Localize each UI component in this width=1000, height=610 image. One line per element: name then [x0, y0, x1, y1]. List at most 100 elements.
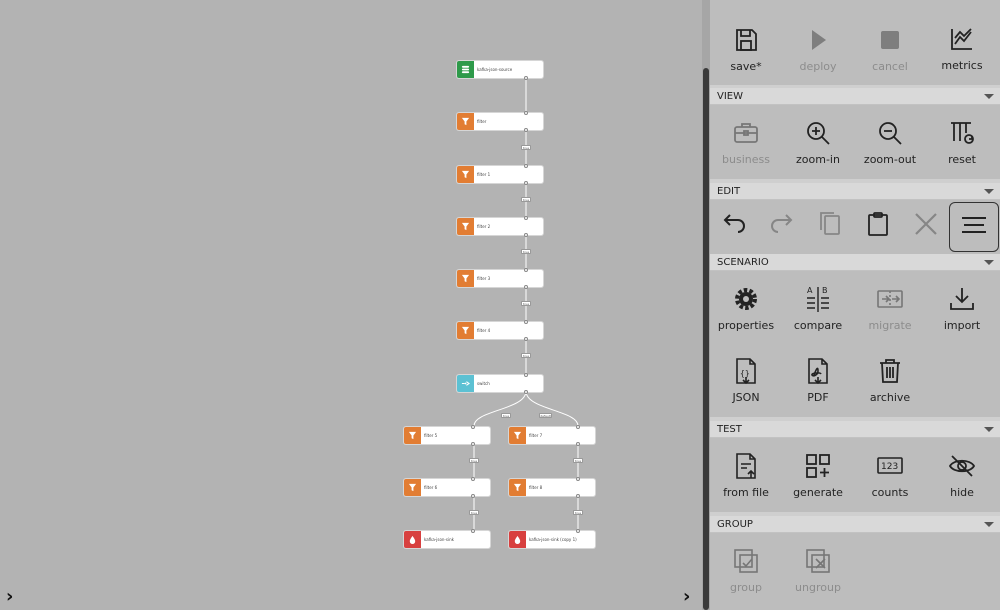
- scenario-panel-header[interactable]: SCENARIO: [710, 254, 1000, 271]
- graph-node-source[interactable]: kafka-json-source: [457, 61, 543, 78]
- node-label: kafka-json-sink: [424, 537, 454, 542]
- properties-button[interactable]: properties: [710, 277, 782, 332]
- paste-button[interactable]: [855, 203, 901, 249]
- graph-node-filter[interactable]: filter 3: [457, 270, 543, 287]
- graph-node-filter[interactable]: filter 7: [509, 427, 595, 444]
- group-button[interactable]: group: [710, 539, 782, 594]
- output-port[interactable]: [524, 390, 528, 394]
- test-panel-header[interactable]: TEST: [710, 421, 1000, 438]
- zoom-in-button[interactable]: zoom-in: [782, 111, 854, 166]
- toolbox-scrollbar[interactable]: [702, 0, 710, 610]
- align-lines-icon: [960, 211, 988, 243]
- hide-button[interactable]: hide: [926, 444, 998, 499]
- graph-node-filter[interactable]: filter 2: [457, 218, 543, 235]
- input-port[interactable]: [524, 216, 528, 220]
- graph-node-filter[interactable]: filter 5: [404, 427, 490, 444]
- filter-node-icon: [509, 479, 526, 496]
- graph-node-filter[interactable]: filter 8: [509, 479, 595, 496]
- delete-button[interactable]: [903, 203, 949, 249]
- collapse-caret-icon: [984, 522, 994, 527]
- file-upload-icon: [732, 452, 760, 480]
- view-panel-header[interactable]: VIEW: [710, 88, 1000, 105]
- filter-node-icon: [457, 113, 474, 130]
- stop-icon: [876, 26, 904, 54]
- edit-panel-header[interactable]: EDIT: [710, 183, 1000, 200]
- filter-node-icon: [404, 479, 421, 496]
- output-port[interactable]: [471, 494, 475, 498]
- ungroup-button[interactable]: ungroup: [782, 539, 854, 594]
- undo-button[interactable]: [711, 203, 757, 249]
- archive-button[interactable]: archive: [854, 349, 926, 404]
- import-button[interactable]: import: [926, 277, 998, 332]
- graph-node-filter[interactable]: filter 4: [457, 322, 543, 339]
- counts-button[interactable]: 123 counts: [854, 444, 926, 499]
- compare-icon: AB: [804, 285, 832, 313]
- svg-text:B: B: [822, 286, 828, 295]
- scrollbar-thumb[interactable]: [703, 68, 709, 610]
- input-port[interactable]: [576, 477, 580, 481]
- json-file-icon: {}: [732, 357, 760, 385]
- generate-button[interactable]: generate: [782, 444, 854, 499]
- migrate-button[interactable]: migrate: [854, 277, 926, 332]
- graph-node-filter[interactable]: filter 6: [404, 479, 490, 496]
- right-panel-collapse-icon[interactable]: ›: [683, 588, 690, 606]
- graph-canvas[interactable]: true true true true true true default tr…: [0, 0, 702, 610]
- metrics-button[interactable]: metrics: [926, 17, 998, 72]
- ungroup-icon: [804, 547, 832, 575]
- close-icon: [912, 210, 940, 242]
- eye-off-icon: [948, 452, 976, 480]
- output-port[interactable]: [524, 285, 528, 289]
- save-icon: [732, 26, 760, 54]
- output-port[interactable]: [471, 442, 475, 446]
- graph-node-switch[interactable]: switch: [457, 375, 543, 392]
- input-port[interactable]: [524, 268, 528, 272]
- edge-label: true: [469, 458, 479, 463]
- layout-button[interactable]: [949, 202, 999, 252]
- input-port[interactable]: [524, 373, 528, 377]
- redo-button[interactable]: [759, 203, 805, 249]
- graph-node-filter[interactable]: filter 1: [457, 166, 543, 183]
- copy-button[interactable]: [807, 203, 853, 249]
- left-panel-expand-icon[interactable]: ›: [6, 588, 13, 606]
- grid-add-icon: [804, 452, 832, 480]
- zoom-out-button[interactable]: zoom-out: [854, 111, 926, 166]
- input-port[interactable]: [524, 164, 528, 168]
- graph-node-sink[interactable]: kafka-json-sink (copy 1): [509, 531, 595, 548]
- collapse-caret-icon: [984, 94, 994, 99]
- group-icon: [732, 547, 760, 575]
- save-button[interactable]: save*: [710, 18, 782, 73]
- node-label: filter: [477, 119, 487, 124]
- edge-label: true: [521, 353, 531, 358]
- cancel-button[interactable]: cancel: [854, 18, 926, 73]
- zoom-in-icon: [804, 119, 832, 147]
- input-port[interactable]: [471, 529, 475, 533]
- group-panel-header[interactable]: GROUP: [710, 516, 1000, 533]
- business-view-button[interactable]: business: [710, 111, 782, 166]
- output-port[interactable]: [576, 494, 580, 498]
- input-port[interactable]: [524, 320, 528, 324]
- export-pdf-button[interactable]: PDF: [782, 349, 854, 404]
- reset-view-button[interactable]: reset: [926, 111, 998, 166]
- export-json-button[interactable]: {} JSON: [710, 349, 782, 404]
- input-port[interactable]: [576, 529, 580, 533]
- edge-label: true: [521, 145, 531, 150]
- test-from-file-button[interactable]: from file: [710, 444, 782, 499]
- input-port[interactable]: [524, 111, 528, 115]
- output-port[interactable]: [524, 181, 528, 185]
- filter-node-icon: [457, 270, 474, 287]
- input-port[interactable]: [471, 425, 475, 429]
- output-port[interactable]: [524, 233, 528, 237]
- graph-node-filter[interactable]: filter: [457, 113, 543, 130]
- output-port[interactable]: [524, 128, 528, 132]
- graph-node-sink[interactable]: kafka-json-sink: [404, 531, 490, 548]
- filter-node-icon: [457, 166, 474, 183]
- filter-node-icon: [509, 427, 526, 444]
- output-port[interactable]: [524, 76, 528, 80]
- deploy-button[interactable]: deploy: [782, 18, 854, 73]
- compare-button[interactable]: AB compare: [782, 277, 854, 332]
- input-port[interactable]: [576, 425, 580, 429]
- output-port[interactable]: [524, 337, 528, 341]
- output-port[interactable]: [576, 442, 580, 446]
- input-port[interactable]: [471, 477, 475, 481]
- counter-icon: 123: [876, 452, 904, 480]
